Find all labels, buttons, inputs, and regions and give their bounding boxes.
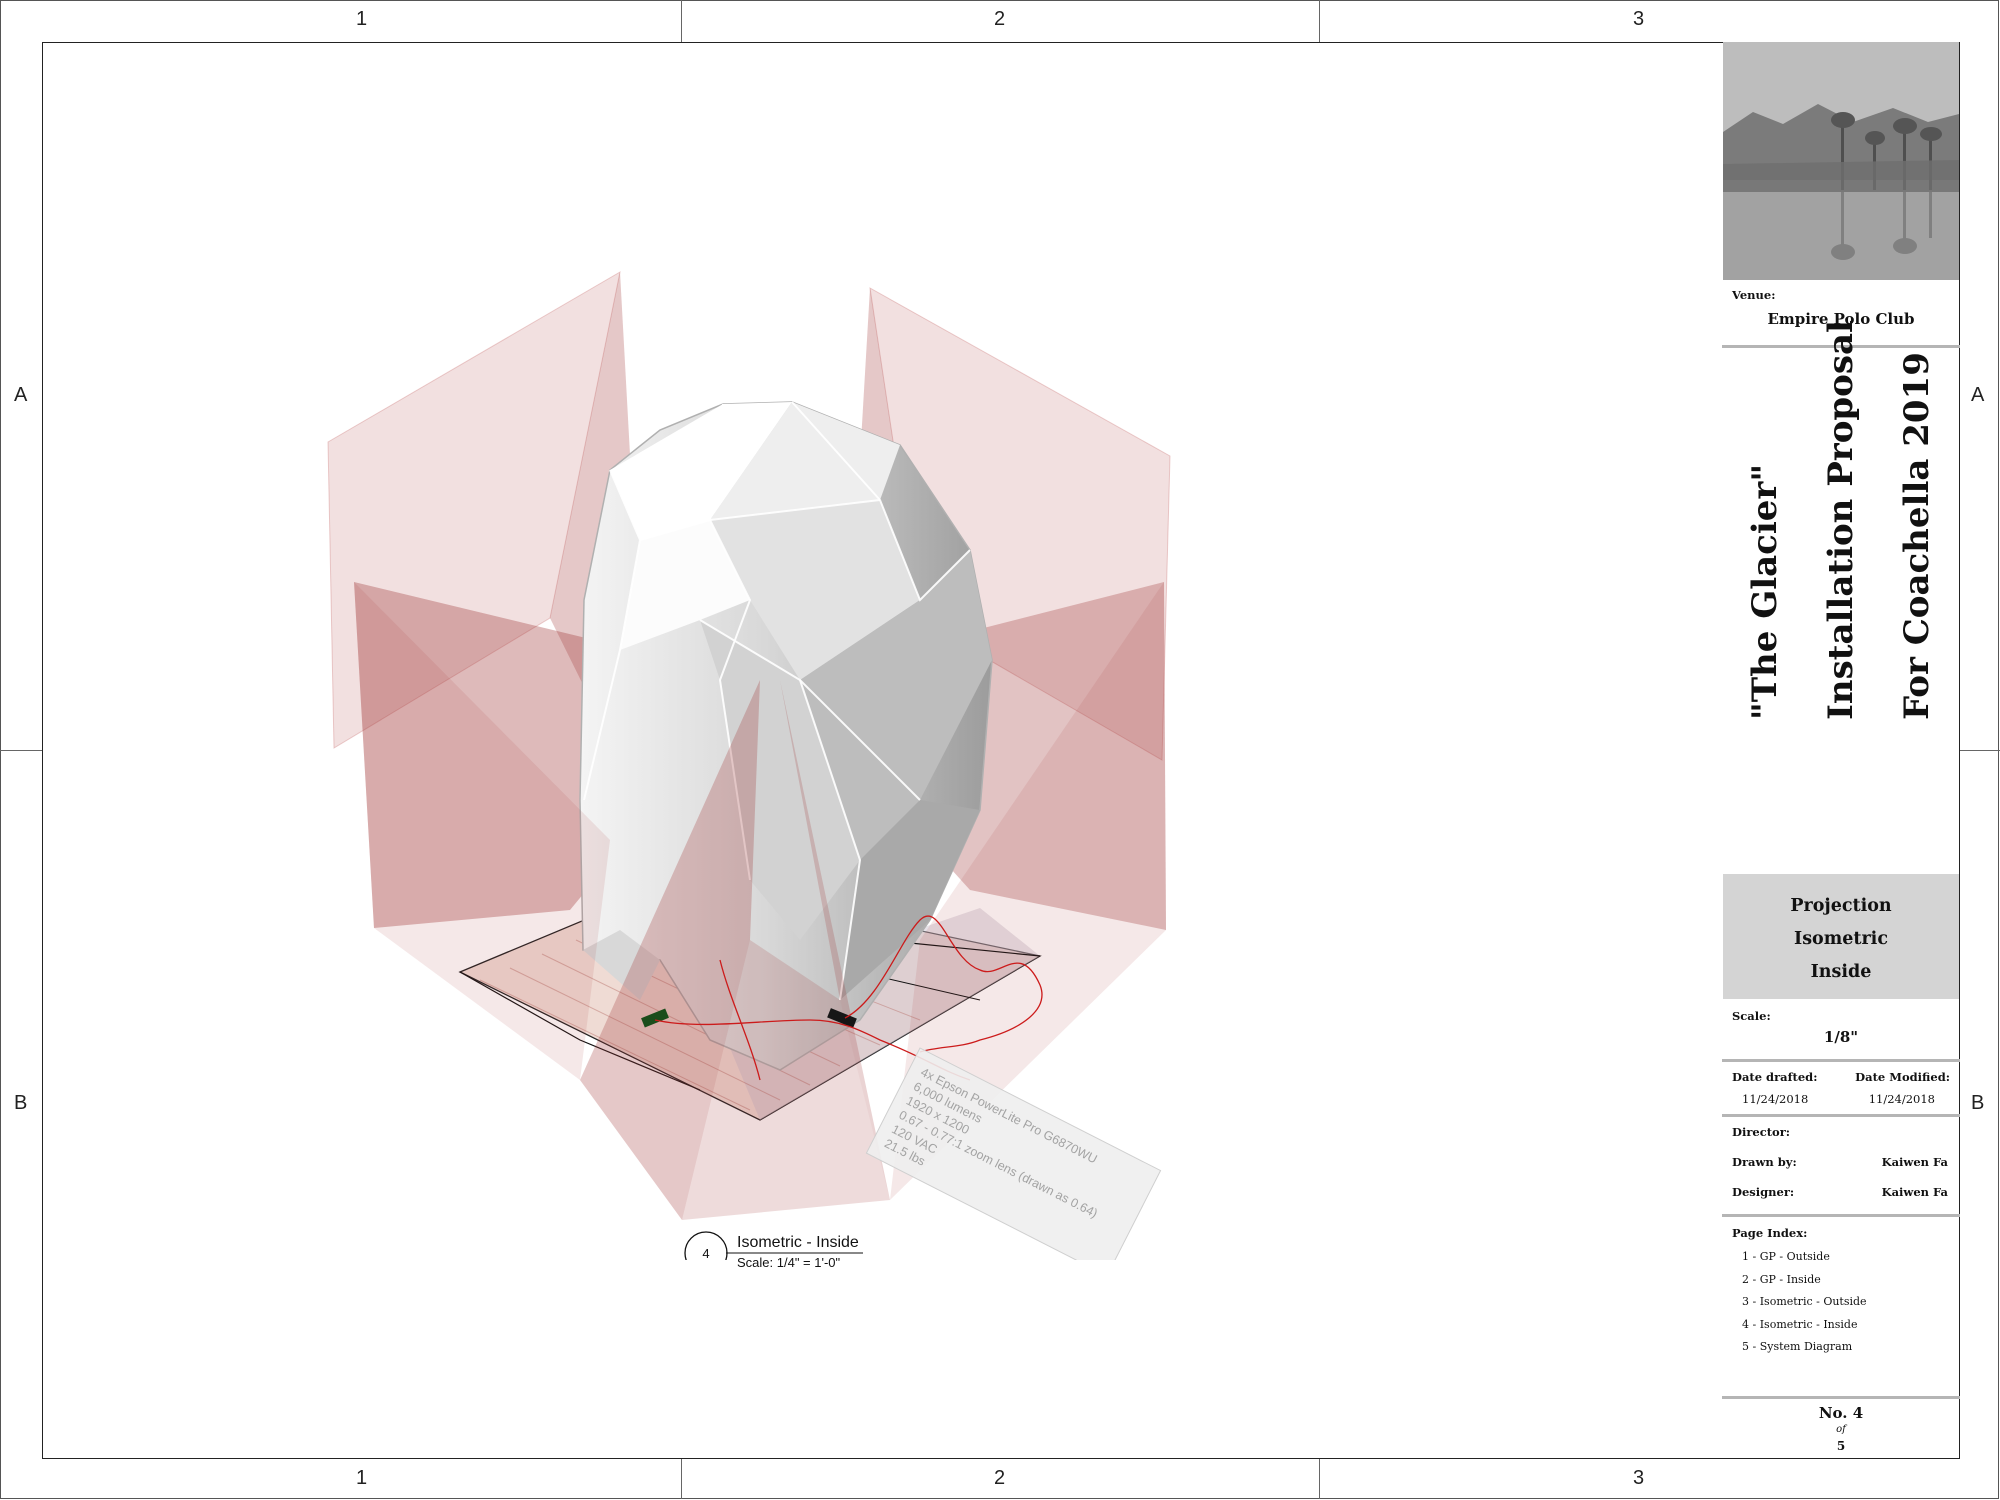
sheet-number: No. 4 xyxy=(1818,1404,1864,1422)
page-index-item: 1 - GP - Outside xyxy=(1742,1250,1830,1263)
grid-col-top-1: 1 xyxy=(356,8,368,30)
title-block: Venue: Empire Polo Club "The Glacier" In… xyxy=(1722,42,1960,1459)
project-title-line-1: "The Glacier" xyxy=(1745,463,1785,720)
projector-spec-note: 4x Epson PowerLite Pro G6870WU 6,000 lum… xyxy=(865,1047,1162,1260)
sheet-total: 5 xyxy=(1836,1439,1846,1453)
date-drafted-label: Date drafted: xyxy=(1732,1070,1818,1084)
scale-value: 1/8" xyxy=(1823,1028,1859,1046)
grid-divider-bottom-2 xyxy=(1319,1459,1320,1499)
sheet-name-line-3: Inside xyxy=(1810,962,1872,982)
date-drafted-value: 11/24/2018 xyxy=(1742,1092,1809,1106)
grid-col-bottom-3: 3 xyxy=(1633,1467,1645,1489)
venue-photo xyxy=(1723,42,1959,280)
date-modified-value: 11/24/2018 xyxy=(1868,1092,1935,1106)
sheet-of: of xyxy=(1836,1424,1846,1435)
grid-col-top-2: 2 xyxy=(994,8,1006,30)
project-title: "The Glacier" Installation Proposal For … xyxy=(1727,280,1955,720)
title-block-rule xyxy=(1722,1114,1960,1117)
grid-col-bottom-1: 1 xyxy=(356,1467,368,1489)
project-title-line-3: For Coachella 2019 xyxy=(1897,352,1937,720)
grid-divider-top-2 xyxy=(1319,0,1320,42)
view-title: Isometric - Inside xyxy=(737,1234,859,1251)
grid-divider-left xyxy=(0,750,42,751)
grid-col-bottom-2: 2 xyxy=(994,1467,1006,1489)
designer-value: Kaiwen Fa xyxy=(1881,1185,1948,1199)
page-index-item: 5 - System Diagram xyxy=(1742,1340,1853,1353)
drawn-by-value: Kaiwen Fa xyxy=(1881,1155,1948,1169)
drawn-by-label: Drawn by: xyxy=(1732,1155,1797,1169)
sheet-name-line-1: Projection xyxy=(1790,896,1892,916)
grid-row-left-a: A xyxy=(14,384,28,406)
project-title-line-2: Installation Proposal xyxy=(1821,320,1861,720)
grid-row-left-b: B xyxy=(14,1092,28,1114)
title-block-rule xyxy=(1722,1396,1960,1399)
grid-row-right-b: B xyxy=(1971,1092,1985,1114)
page-index-item: 3 - Isometric - Outside xyxy=(1742,1295,1867,1308)
grid-col-top-3: 3 xyxy=(1633,8,1645,30)
page-index-item: 4 - Isometric - Inside xyxy=(1742,1318,1858,1331)
view-scale: Scale: 1/4" = 1'-0" xyxy=(737,1255,841,1270)
designer-label: Designer: xyxy=(1732,1185,1795,1199)
scale-label: Scale: xyxy=(1732,1009,1771,1023)
page-index-item: 2 - GP - Inside xyxy=(1742,1273,1821,1286)
director-label: Director: xyxy=(1732,1125,1791,1139)
date-modified-label: Date Modified: xyxy=(1855,1070,1950,1084)
grid-divider-top-1 xyxy=(681,0,682,42)
view-number: 4 xyxy=(702,1246,709,1260)
grid-divider-bottom-1 xyxy=(681,1459,682,1499)
isometric-drawing: 4x Epson PowerLite Pro G6870WU 6,000 lum… xyxy=(327,271,1171,1260)
grid-row-right-a: A xyxy=(1971,384,1985,406)
title-block-rule xyxy=(1722,1059,1960,1062)
grid-divider-right xyxy=(1960,750,2000,751)
sheet-name-line-2: Isometric xyxy=(1794,929,1888,949)
page-index-label: Page Index: xyxy=(1732,1226,1808,1240)
title-block-rule xyxy=(1722,1214,1960,1217)
sheet-name-box: Projection Isometric Inside xyxy=(1723,874,1959,999)
